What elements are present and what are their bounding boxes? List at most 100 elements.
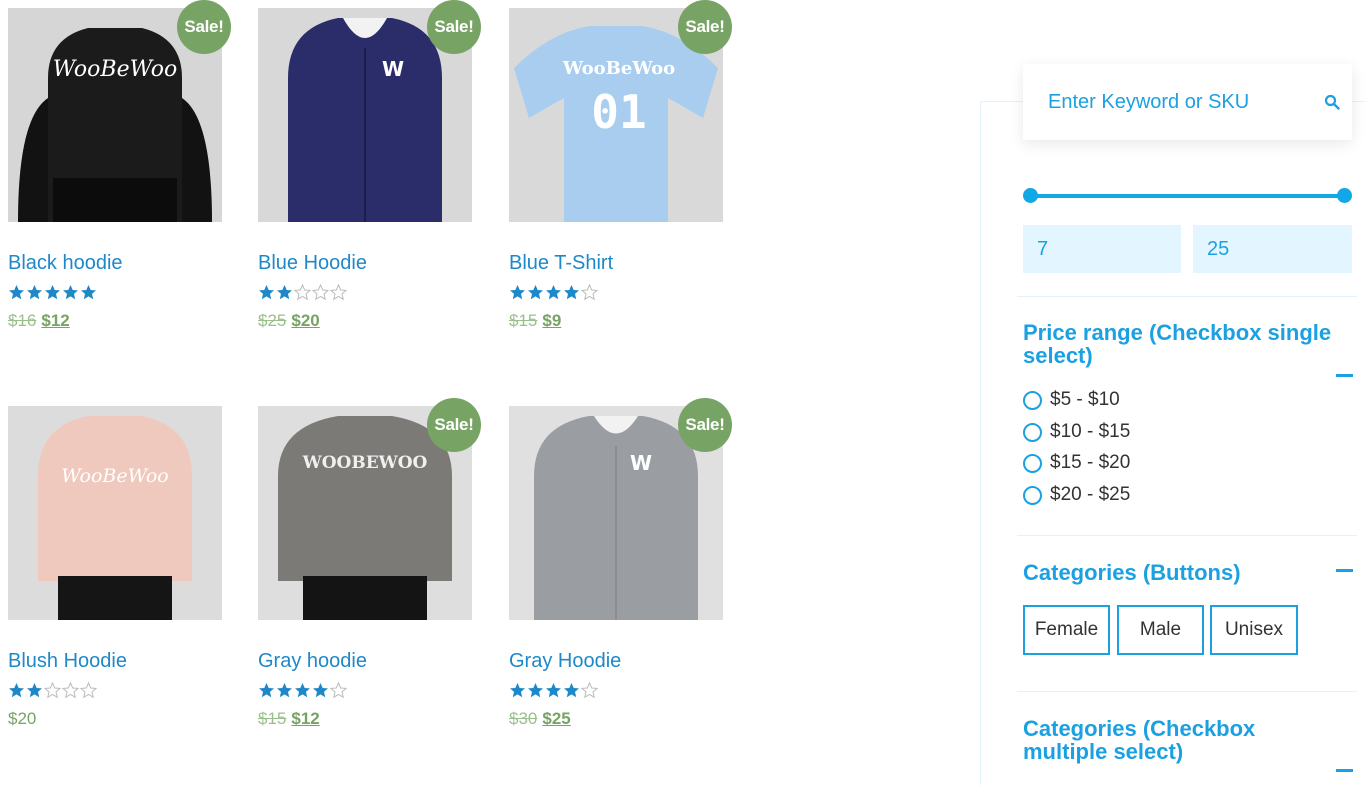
product-price: $15 $12 (258, 709, 472, 729)
category-button-unisex[interactable]: Unisex (1210, 605, 1298, 655)
star-filled-icon (546, 285, 561, 300)
star-filled-icon (277, 683, 292, 698)
star-filled-icon (510, 285, 525, 300)
category-button-female[interactable]: Female (1023, 605, 1110, 655)
star-filled-icon (259, 683, 274, 698)
sale-price: $25 (542, 709, 571, 728)
star-filled-icon (27, 683, 42, 698)
star-filled-icon (259, 285, 274, 300)
product-title[interactable]: Gray Hoodie (509, 650, 723, 673)
star-filled-icon (9, 285, 24, 300)
price-slider-min-handle[interactable] (1023, 188, 1038, 203)
product-card[interactable]: WOOBEWOO Sale! Gray hoodie $15 $12 (258, 398, 481, 729)
star-rating (258, 284, 472, 304)
divider (1017, 535, 1357, 536)
product-price: $20 (8, 709, 222, 729)
svg-text:WooBeWoo: WooBeWoo (562, 58, 675, 79)
divider (1017, 691, 1357, 692)
sale-badge: Sale! (427, 398, 481, 452)
collapse-icon[interactable] (1336, 374, 1353, 377)
product-price: $15 $9 (509, 311, 723, 331)
svg-text:WooBeWoo: WooBeWoo (53, 57, 177, 82)
original-price: $15 (509, 311, 538, 330)
price-option[interactable]: $15 - $20 (1023, 452, 1130, 474)
radio-button[interactable] (1023, 453, 1042, 473)
original-price: $15 (258, 709, 287, 728)
sale-badge: Sale! (177, 0, 231, 54)
collapse-icon[interactable] (1336, 769, 1353, 772)
price-min-input[interactable]: 7 (1023, 225, 1181, 273)
blush-hoodie-image: WooBeWoo (8, 406, 222, 620)
original-price: $25 (258, 311, 287, 330)
product-card[interactable]: W Sale! Gray Hoodie $30 $25 (509, 398, 732, 729)
radio-button[interactable] (1023, 485, 1042, 505)
star-filled-icon (9, 683, 24, 698)
categories-multi-title[interactable]: Categories (Checkbox multiple select) (1023, 717, 1333, 763)
product-price: $25 $20 (258, 311, 472, 331)
svg-text:WooBeWoo: WooBeWoo (61, 465, 168, 487)
categories-buttons-title[interactable]: Categories (Buttons) (1023, 561, 1333, 584)
sale-badge: Sale! (427, 0, 481, 54)
svg-text:W: W (630, 451, 652, 475)
product-price: $30 $25 (509, 709, 723, 729)
star-rating (258, 682, 472, 702)
star-empty-icon (294, 284, 311, 301)
star-filled-icon (510, 683, 525, 698)
product-card[interactable]: WooBeWoo 01 Sale! Blue T-Shirt $15 $9 (509, 0, 732, 331)
star-filled-icon (546, 683, 561, 698)
star-filled-icon (295, 683, 310, 698)
star-filled-icon (313, 683, 328, 698)
radio-button[interactable] (1023, 390, 1042, 410)
search-icon[interactable] (1324, 94, 1340, 110)
star-rating (8, 682, 222, 702)
search-box (1023, 64, 1352, 140)
sale-badge: Sale! (678, 0, 732, 54)
star-empty-icon (62, 682, 79, 699)
search-input[interactable] (1048, 90, 1328, 114)
price-option-label: $15 - $20 (1050, 452, 1131, 473)
price-option[interactable]: $5 - $10 (1023, 389, 1120, 411)
star-filled-icon (528, 285, 543, 300)
product-card[interactable]: WooBeWoo Blush Hoodie $20 (8, 406, 222, 729)
star-filled-icon (45, 285, 60, 300)
sale-price: $12 (291, 709, 320, 728)
star-empty-icon (44, 682, 61, 699)
star-filled-icon (564, 285, 579, 300)
price-option[interactable]: $10 - $15 (1023, 421, 1130, 443)
collapse-icon[interactable] (1336, 569, 1353, 572)
price-range-title[interactable]: Price range (Checkbox single select) (1023, 321, 1333, 367)
filter-sidebar (980, 101, 1366, 785)
star-rating (509, 682, 723, 702)
star-empty-icon (330, 682, 347, 699)
regular-price: $20 (8, 709, 37, 728)
star-empty-icon (80, 682, 97, 699)
sale-price: $9 (542, 311, 562, 330)
svg-text:W: W (382, 57, 404, 81)
svg-text:01: 01 (591, 85, 646, 139)
star-empty-icon (330, 284, 347, 301)
product-title[interactable]: Gray hoodie (258, 650, 472, 673)
star-filled-icon (528, 683, 543, 698)
product-image[interactable]: WooBeWoo (8, 406, 222, 620)
product-title[interactable]: Blue Hoodie (258, 252, 472, 275)
product-card[interactable]: W Sale! Blue Hoodie $25 $20 (258, 0, 481, 331)
price-max-input[interactable]: 25 (1193, 225, 1352, 273)
star-rating (509, 284, 723, 304)
product-title[interactable]: Blush Hoodie (8, 650, 222, 673)
product-card[interactable]: WooBeWoo Sale! Black hoodie $16 $12 (8, 0, 231, 331)
sale-price: $12 (41, 311, 70, 330)
product-title[interactable]: Black hoodie (8, 252, 222, 275)
radio-button[interactable] (1023, 422, 1042, 442)
sale-price: $20 (291, 311, 320, 330)
price-option[interactable]: $20 - $25 (1023, 484, 1130, 506)
original-price: $30 (509, 709, 538, 728)
price-slider-max-handle[interactable] (1337, 188, 1352, 203)
star-filled-icon (63, 285, 78, 300)
original-price: $16 (8, 311, 37, 330)
price-slider-track[interactable] (1023, 188, 1352, 203)
star-filled-icon (564, 683, 579, 698)
product-title[interactable]: Blue T-Shirt (509, 252, 723, 275)
category-button-male[interactable]: Male (1117, 605, 1204, 655)
star-filled-icon (81, 285, 96, 300)
price-option-label: $20 - $25 (1050, 484, 1131, 505)
